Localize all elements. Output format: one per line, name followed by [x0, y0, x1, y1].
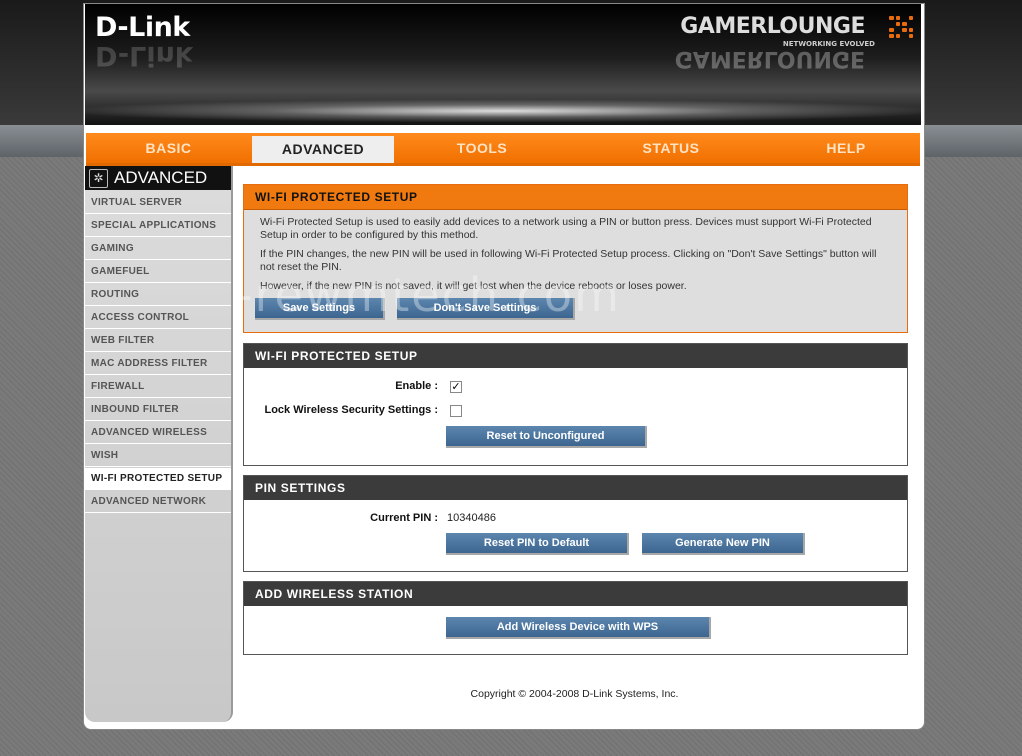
copyright-text: Copyright © 2004-2008 D-Link Systems, In…	[470, 688, 679, 700]
sidebar-item-access-control[interactable]: ACCESS CONTROL	[85, 307, 231, 329]
reset-pin-to-default-button[interactable]: Reset PIN to Default	[446, 533, 629, 555]
enable-checkbox[interactable]: ✓	[450, 381, 462, 393]
generate-new-pin-button[interactable]: Generate New PIN	[642, 533, 805, 555]
sidebar-item-web-filter[interactable]: WEB FILTER	[85, 330, 231, 352]
current-pin-value: 10340486	[447, 512, 496, 524]
intro-paragraph-1: Wi-Fi Protected Setup is used to easily …	[260, 216, 872, 241]
sidebar-item-firewall[interactable]: FIREWALL	[85, 376, 231, 398]
sidebar-item-mac-address-filter[interactable]: MAC ADDRESS FILTER	[85, 353, 231, 375]
page-header: D-Link D-Link GAMERLOUNGE NETWORKING EVO…	[85, 4, 921, 125]
reset-to-unconfigured-button[interactable]: Reset to Unconfigured	[446, 426, 647, 448]
wps-panel: WI-FI PROTECTED SETUP Enable : ✓ Lock Wi…	[243, 343, 908, 466]
current-pin-label: Current PIN :	[370, 512, 438, 524]
sidebar-item-gamefuel[interactable]: GAMEFUEL	[85, 261, 231, 283]
add-wireless-station-title: ADD WIRELESS STATION	[244, 582, 907, 606]
tab-tools[interactable]: TOOLS	[416, 133, 548, 163]
pin-settings-panel: PIN SETTINGS Current PIN : 10340486 Rese…	[243, 475, 908, 572]
save-settings-button[interactable]: Save Settings	[255, 298, 385, 320]
tab-basic[interactable]: BASIC	[106, 133, 231, 163]
sidebar-item-virtual-server[interactable]: VIRTUAL SERVER	[85, 192, 231, 214]
sidebar-item-advanced-network[interactable]: ADVANCED NETWORK	[85, 491, 231, 513]
lock-wireless-security-checkbox[interactable]	[450, 405, 462, 417]
sidebar-item-special-applications[interactable]: SPECIAL APPLICATIONS	[85, 215, 231, 237]
sidebar-item-advanced-wireless[interactable]: ADVANCED WIRELESS	[85, 422, 231, 444]
sidebar: ✲ ADVANCED VIRTUAL SERVER SPECIAL APPLIC…	[85, 166, 233, 722]
gamerlounge-logo-reflection: GAMERLOUNGE	[674, 46, 865, 71]
intro-panel: WI-FI PROTECTED SETUP Wi-Fi Protected Se…	[243, 184, 908, 333]
sidebar-item-wish[interactable]: WISH	[85, 445, 231, 467]
enable-label: Enable :	[395, 380, 438, 392]
wps-title: WI-FI PROTECTED SETUP	[244, 344, 907, 368]
intro-text: Wi-Fi Protected Setup is used to easily …	[244, 210, 907, 293]
pin-settings-title: PIN SETTINGS	[244, 476, 907, 500]
main-tab-bar: BASIC ADVANCED TOOLS STATUS HELP	[86, 133, 920, 166]
intro-paragraph-3: However, if the new PIN is not saved, it…	[260, 280, 687, 292]
tab-status[interactable]: STATUS	[596, 133, 746, 163]
gamerlounge-mark-icon	[889, 16, 913, 38]
sidebar-title: ADVANCED	[114, 168, 208, 187]
sidebar-item-inbound-filter[interactable]: INBOUND FILTER	[85, 399, 231, 421]
dont-save-settings-button[interactable]: Don't Save Settings	[397, 298, 575, 320]
dlink-logo: D-Link	[95, 12, 190, 43]
dlink-logo-reflection: D-Link	[95, 40, 193, 71]
lock-wireless-security-label: Lock Wireless Security Settings :	[264, 404, 438, 416]
intro-title: WI-FI PROTECTED SETUP	[244, 185, 907, 210]
sidebar-item-routing[interactable]: ROUTING	[85, 284, 231, 306]
tab-advanced[interactable]: ADVANCED	[252, 136, 394, 163]
sidebar-header: ✲ ADVANCED	[85, 166, 231, 190]
sidebar-item-gaming[interactable]: GAMING	[85, 238, 231, 260]
intro-paragraph-2: If the PIN changes, the new PIN will be …	[260, 248, 877, 273]
advanced-gear-icon: ✲	[89, 169, 108, 188]
sidebar-item-wifi-protected-setup[interactable]: WI-FI PROTECTED SETUP	[85, 468, 231, 490]
add-wireless-device-wps-button[interactable]: Add Wireless Device with WPS	[446, 617, 711, 639]
tab-help[interactable]: HELP	[776, 133, 916, 163]
gamerlounge-logo: GAMERLOUNGE	[680, 14, 865, 39]
add-wireless-station-panel: ADD WIRELESS STATION Add Wireless Device…	[243, 581, 908, 655]
header-gloss	[85, 100, 921, 122]
